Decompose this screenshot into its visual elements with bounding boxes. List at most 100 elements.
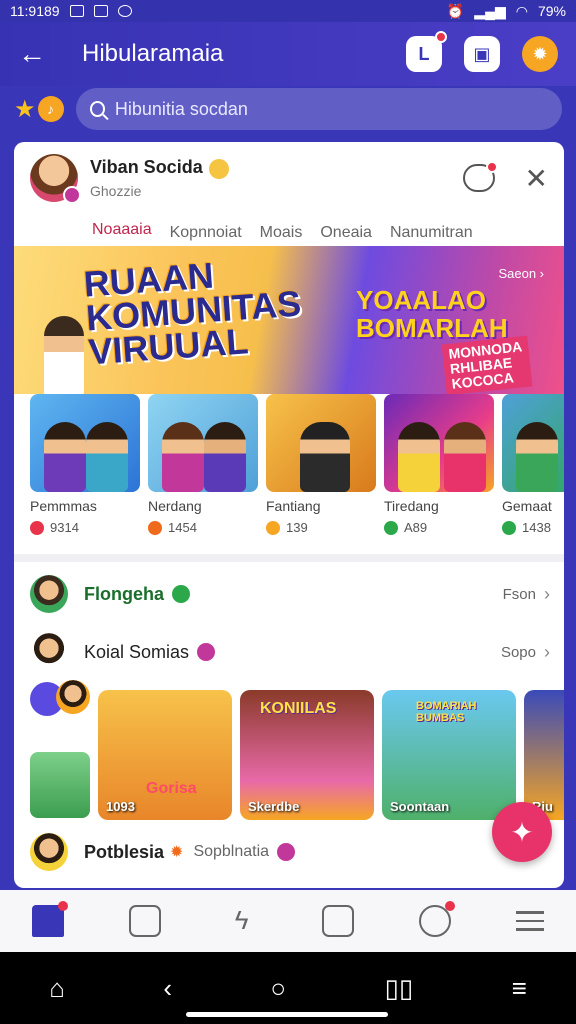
status-time: 11:9189 [10,3,60,19]
thumbnail-card[interactable]: Pemmmas 9314 [30,394,140,554]
battery-text: 79% [537,3,566,19]
feed-row[interactable]: Koial Somias Sopo › [30,630,550,674]
camera-icon[interactable] [128,905,161,937]
profile-name: Viban Socida [90,157,203,178]
bookmark-icon[interactable]: ▣ [464,36,500,72]
app-bar: ← Hibularamaia L ▣ ✹ [0,22,576,86]
avatar [30,633,68,671]
notification-dot [435,31,447,43]
thumbnail-count: 139 [286,520,308,535]
avatar [30,833,68,871]
fire-icon [148,520,162,535]
signal-icon: ▂▄▆ [474,2,506,19]
community-banner[interactable]: RUAAN KOMUNITAS VIRUUAL YOAALAO BOMARLAH… [14,246,564,394]
thumbnail-name: Gemaat [502,498,552,514]
message-icon [93,5,108,17]
status-bar: 11:9189 ⏰ ▂▄▆ ◠ 79% [0,0,576,22]
system-menu-icon[interactable]: ≡ [512,973,527,1004]
search-bar[interactable] [75,88,562,130]
verified-icon [277,843,296,861]
chevron-right-icon[interactable]: › [544,642,550,663]
verified-icon [172,585,190,603]
thumbnail-count: 9314 [50,520,79,535]
chat-icon[interactable] [418,901,455,937]
close-icon[interactable]: ✕ [525,162,548,195]
thumbnail-card[interactable]: Fantiang 139 [266,394,376,554]
heart-icon [30,520,44,535]
avatar [30,575,68,613]
banner-subtitle: YOAALAO BOMARLAH [356,285,508,343]
gallery-card[interactable]: BOMARIAH BUMBAS Soontaan [382,690,516,820]
notification-icon[interactable]: L [406,31,447,72]
gesture-bar [186,1012,388,1017]
gallery-strip: Gorisa 1093 KONIILAS Skerdbe BOMARIAH BU… [98,690,564,820]
thumbnail-card[interactable]: Tiredang A89 [384,394,494,554]
smile-emoji-icon [208,158,229,179]
community-card: Viban Socida Ghozzie ✕ Noaaaia Kopnnoiat… [14,142,564,888]
app-icon [117,5,132,17]
check-badge-icon [384,520,398,535]
create-post-button[interactable]: ✦ [492,802,552,862]
bottom-nav: ϟ [0,890,576,952]
feed-row-subtitle: Sopblnatia [193,843,270,860]
menu-icon[interactable] [515,905,544,937]
side-image[interactable] [30,752,90,818]
thumbnail-name: Nerdang [148,498,202,514]
thumbnail-card[interactable]: Nerdang 1454 [148,394,258,554]
verified-icon [197,643,216,661]
gallery-card[interactable]: Gorisa 1093 [98,690,232,820]
alarm-icon: ⏰ [446,2,465,19]
system-back-icon[interactable]: ‹ [163,973,172,1004]
search-input[interactable] [114,98,548,120]
gallery-card[interactable]: Riu [524,690,564,820]
system-home-icon[interactable]: ⌂ [49,973,65,1004]
thumbnail-strip: Pemmmas 9314 Nerdang 1454 Fantiang 139 T… [30,394,564,554]
page-title: Hibularamaia [82,40,224,67]
system-recents-icon[interactable]: ▯▯ [385,973,414,1004]
thumbnail-name: Tiredang [384,498,439,514]
feed-row-name: Potblesia [84,841,165,862]
banner-title: RUAAN KOMUNITAS VIRUUAL [82,254,303,373]
thumbnail-image [266,394,376,492]
banner-tag: MONNODA RHLIBAE KOCOCA [441,335,533,394]
photo-icon[interactable] [322,905,355,937]
thumbnail-image [148,394,258,492]
thumbnail-count: 1438 [522,520,551,535]
banner-person [44,316,84,394]
thumbnail-card[interactable]: Gemaat 1438 [502,394,564,554]
arrow-left-icon[interactable]: ← [18,38,58,70]
banner-see-all[interactable]: Saeon › [498,266,544,281]
thumbnail-image [384,394,494,492]
system-circle-icon[interactable]: ○ [270,973,286,1004]
thumbnail-image [502,394,564,492]
chat-bubble-icon[interactable] [462,161,498,192]
avatar-badge [63,186,81,204]
gear-icon[interactable]: ✹ [522,36,558,72]
star-icon[interactable]: ★ [14,95,36,124]
home-icon[interactable] [32,901,69,937]
lightning-icon[interactable]: ϟ [226,905,258,937]
feed-row-name: Flongeha [84,583,164,604]
wifi-icon: ◠ [515,2,528,19]
avatar[interactable] [56,680,90,714]
search-row: ★ ♪ [0,86,576,132]
feed-row-action[interactable]: Fson [503,586,536,603]
chevron-right-icon[interactable]: › [544,584,550,605]
thumbnail-name: Fantiang [266,498,321,514]
thumbnail-name: Pemmmas [30,498,97,514]
thumbnail-count: A89 [404,520,428,535]
star-badge-icon [266,520,280,535]
music-icon[interactable]: ♪ [37,96,64,122]
section-divider [14,554,564,562]
check-badge-icon [502,520,516,535]
feed-row[interactable]: Potblesia ✹ Sopblnatia [30,830,550,874]
avatar[interactable] [30,154,81,204]
profile-header: Viban Socida Ghozzie ✕ [14,142,564,214]
thumbnail-count: 1454 [168,520,197,535]
feed-row[interactable]: Flongeha Fson › [30,572,550,616]
feed-row-action[interactable]: Sopo [501,644,536,661]
search-icon [89,101,105,117]
gallery-card[interactable]: KONIILAS Skerdbe [240,690,374,820]
profile-subtitle: Ghozzie [90,182,142,199]
image-icon [69,5,84,17]
